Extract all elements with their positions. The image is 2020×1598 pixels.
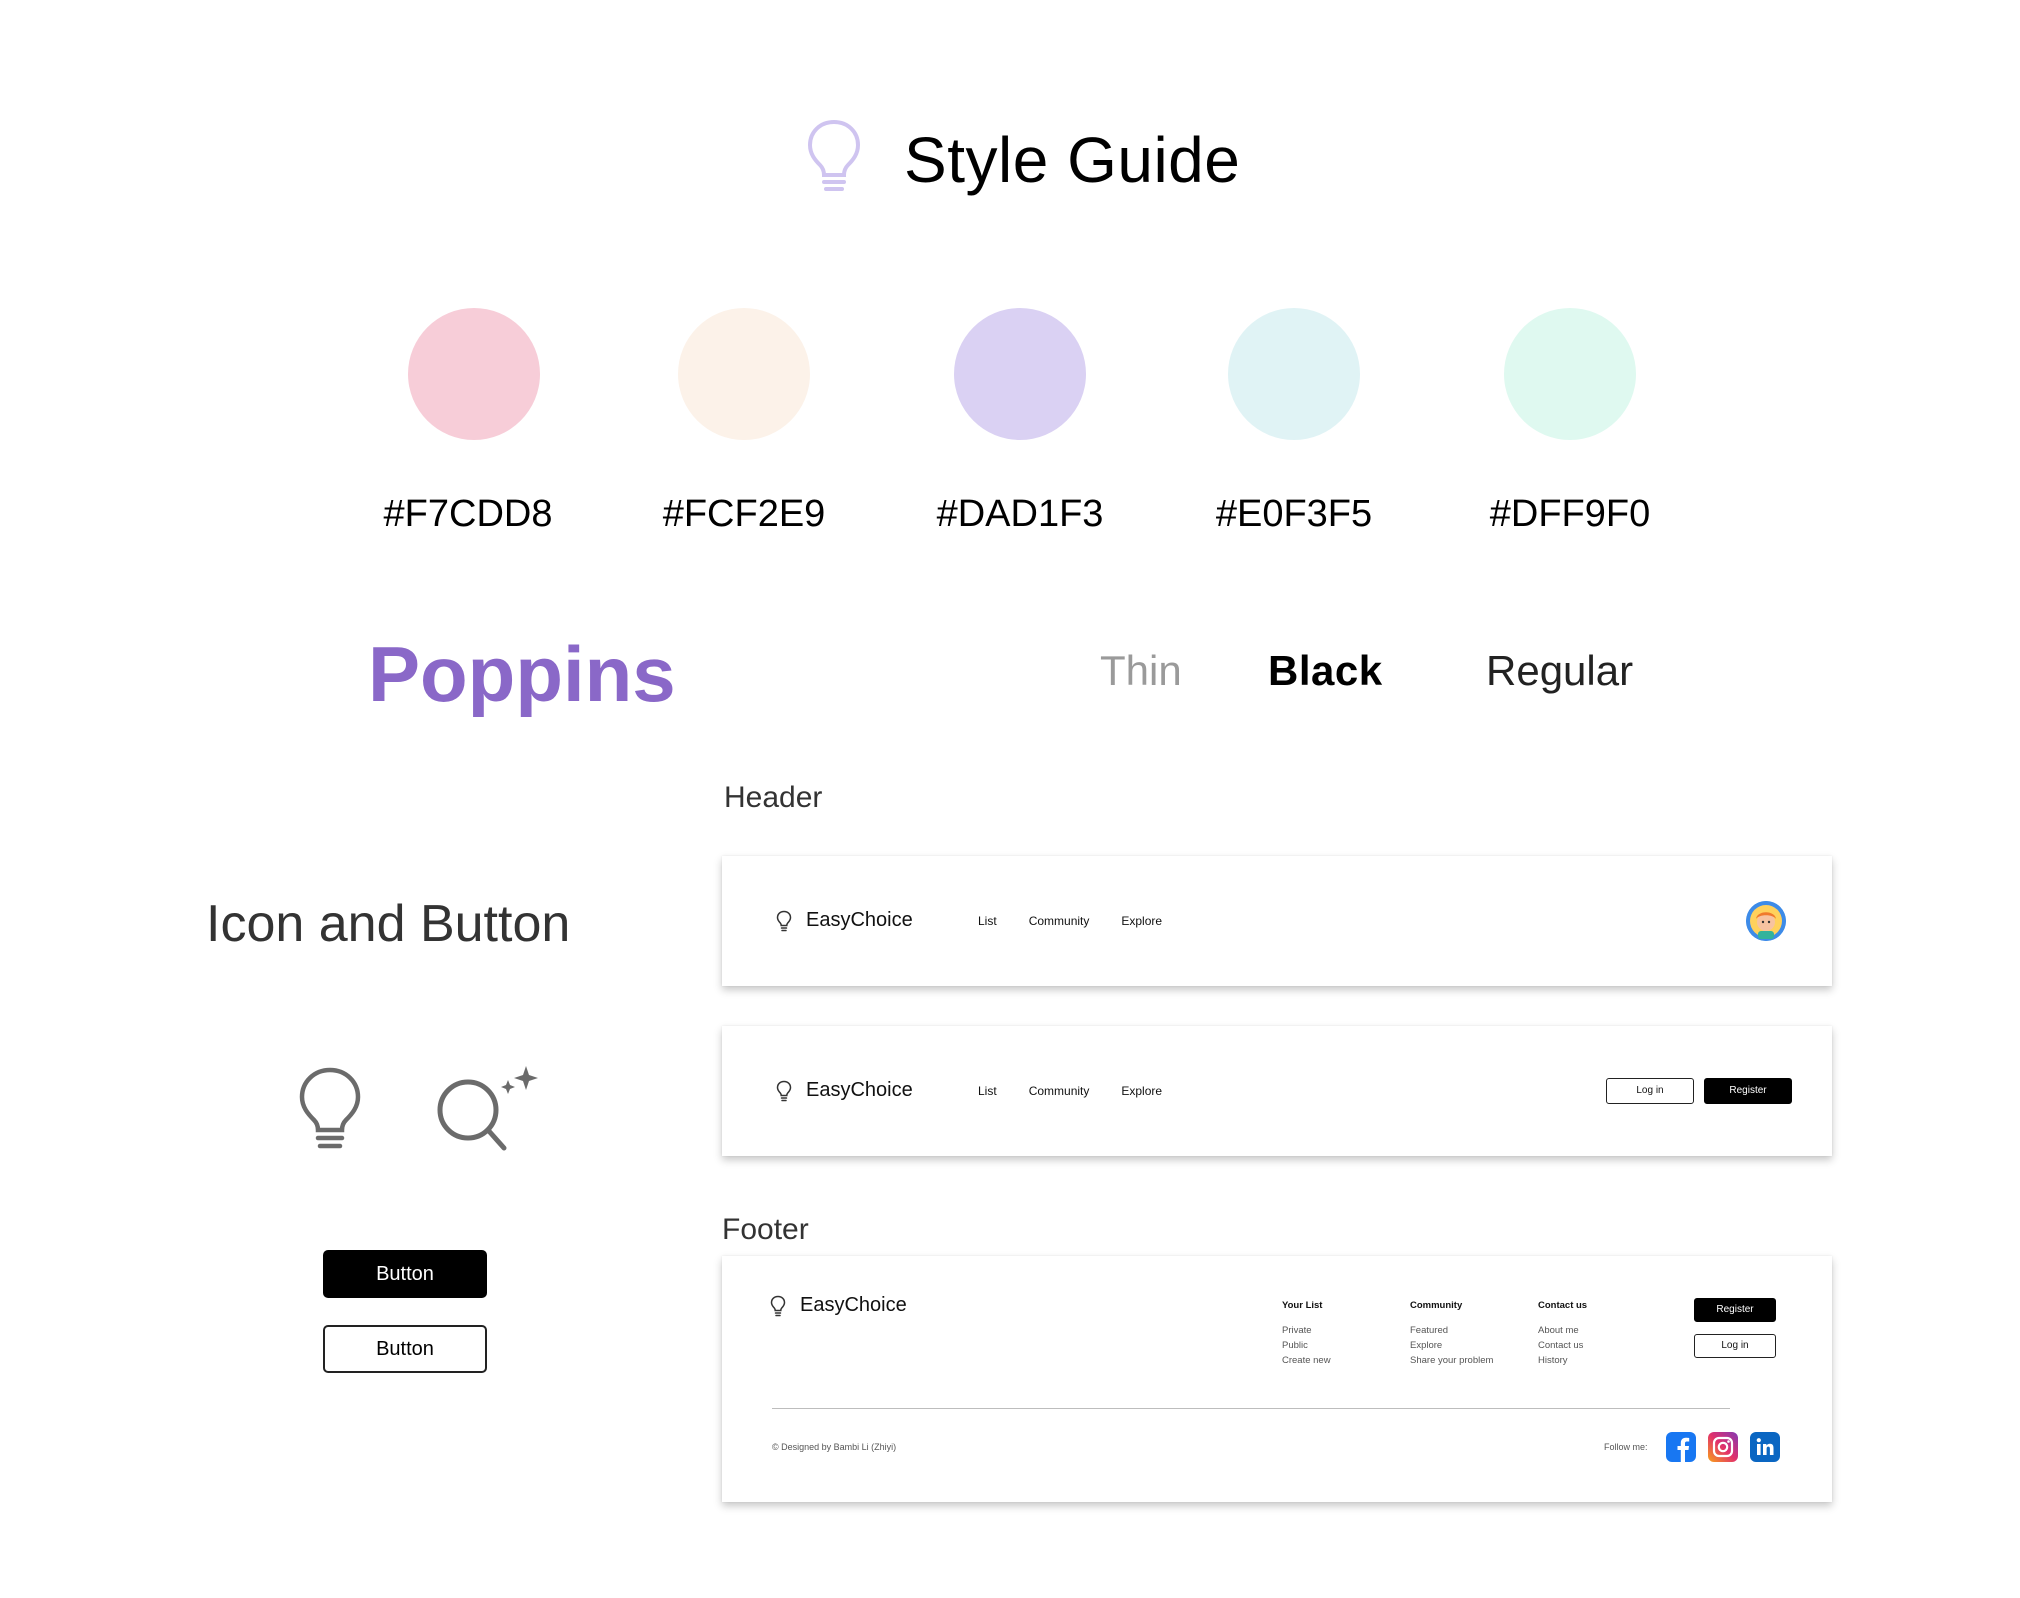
footer-column-heading: Community — [1410, 1300, 1463, 1311]
logo-text: EasyChoice — [800, 1294, 907, 1316]
lightbulb-icon — [776, 1080, 792, 1101]
icon-and-button-heading: Icon and Button — [206, 895, 571, 953]
linkedin-icon[interactable] — [1750, 1432, 1780, 1462]
nav-item-community[interactable]: Community — [1029, 914, 1090, 928]
font-weight-black: Black — [1268, 647, 1383, 694]
header-logged-out: EasyChoice List Community Explore Log in… — [722, 1026, 1832, 1156]
footer-section-label: Footer — [722, 1213, 809, 1246]
instagram-icon[interactable] — [1708, 1432, 1738, 1462]
facebook-glyph — [1677, 1437, 1690, 1462]
page-title: Style Guide — [904, 124, 1241, 196]
logo[interactable]: EasyChoice — [776, 909, 913, 932]
footer-divider — [772, 1408, 1730, 1409]
footer-column-contact: Contact us About me Contact us History — [1538, 1298, 1587, 1368]
color-hex-label: #E0F3F5 — [1215, 493, 1373, 535]
register-button[interactable]: Register — [1694, 1298, 1776, 1322]
avatar[interactable] — [1746, 901, 1786, 941]
footer-column-heading: Contact us — [1538, 1300, 1588, 1311]
nav-item-explore[interactable]: Explore — [1121, 914, 1162, 928]
avatar-image — [1746, 901, 1786, 941]
footer-link[interactable]: Featured — [1410, 1323, 1493, 1338]
footer-link[interactable]: Explore — [1410, 1338, 1493, 1353]
color-hex-label: #DFF9F0 — [1489, 493, 1651, 535]
facebook-icon[interactable] — [1666, 1432, 1696, 1462]
footer-column-your-list: Your List Private Public Create new — [1282, 1298, 1331, 1368]
logo-text: EasyChoice — [806, 909, 913, 931]
color-hex-label: #F7CDD8 — [383, 493, 553, 535]
color-hex-label: #FCF2E9 — [662, 493, 826, 535]
linkedin-glyph — [1756, 1438, 1774, 1455]
nav-menu: List Community Explore — [978, 914, 1194, 928]
follow-label: Follow me: — [1604, 1442, 1648, 1452]
font-weight-thin: Thin — [1100, 647, 1182, 694]
nav-item-list[interactable]: List — [978, 1084, 997, 1098]
logo-text: EasyChoice — [806, 1079, 913, 1101]
lightbulb-icon — [770, 1295, 786, 1316]
footer-link[interactable]: Share your problem — [1410, 1353, 1493, 1368]
lightbulb-icon — [776, 910, 792, 931]
login-button[interactable]: Log in — [1606, 1078, 1694, 1104]
footer-link[interactable]: Private — [1282, 1323, 1331, 1338]
magic-search-icon — [437, 1066, 538, 1151]
footer-link[interactable]: Create new — [1282, 1353, 1331, 1368]
color-swatch-light-cyan — [1228, 308, 1360, 440]
footer: EasyChoice Your List Private Public Crea… — [722, 1256, 1832, 1502]
color-swatch-lavender — [954, 308, 1086, 440]
color-swatch-mint — [1504, 308, 1636, 440]
footer-link[interactable]: Public — [1282, 1338, 1331, 1353]
logo[interactable]: EasyChoice — [776, 1079, 913, 1102]
footer-credit: © Designed by Bambi Li (Zhiyi) — [772, 1442, 897, 1452]
lightbulb-icon — [807, 119, 861, 191]
lightbulb-icon — [299, 1067, 361, 1149]
logo[interactable]: EasyChoice — [770, 1294, 907, 1317]
secondary-button[interactable]: Button — [323, 1325, 487, 1373]
primary-button[interactable]: Button — [323, 1250, 487, 1298]
font-family-name: Poppins — [368, 630, 676, 718]
header-section-label: Header — [724, 781, 823, 814]
footer-link[interactable]: History — [1538, 1353, 1587, 1368]
nav-item-community[interactable]: Community — [1029, 1084, 1090, 1098]
nav-menu: List Community Explore — [978, 1084, 1194, 1098]
nav-item-list[interactable]: List — [978, 914, 997, 928]
color-swatch-pink — [408, 308, 540, 440]
color-hex-label: #DAD1F3 — [936, 493, 1104, 535]
instagram-glyph — [1712, 1436, 1734, 1458]
footer-link[interactable]: About me — [1538, 1323, 1587, 1338]
nav-item-explore[interactable]: Explore — [1121, 1084, 1162, 1098]
font-weight-regular: Regular — [1486, 647, 1634, 694]
color-swatch-cream — [678, 308, 810, 440]
login-button[interactable]: Log in — [1694, 1334, 1776, 1358]
header-logged-in: EasyChoice List Community Explore — [722, 856, 1832, 986]
footer-link[interactable]: Contact us — [1538, 1338, 1587, 1353]
register-button[interactable]: Register — [1704, 1078, 1792, 1104]
footer-column-community: Community Featured Explore Share your pr… — [1410, 1298, 1493, 1368]
footer-column-heading: Your List — [1282, 1300, 1323, 1311]
